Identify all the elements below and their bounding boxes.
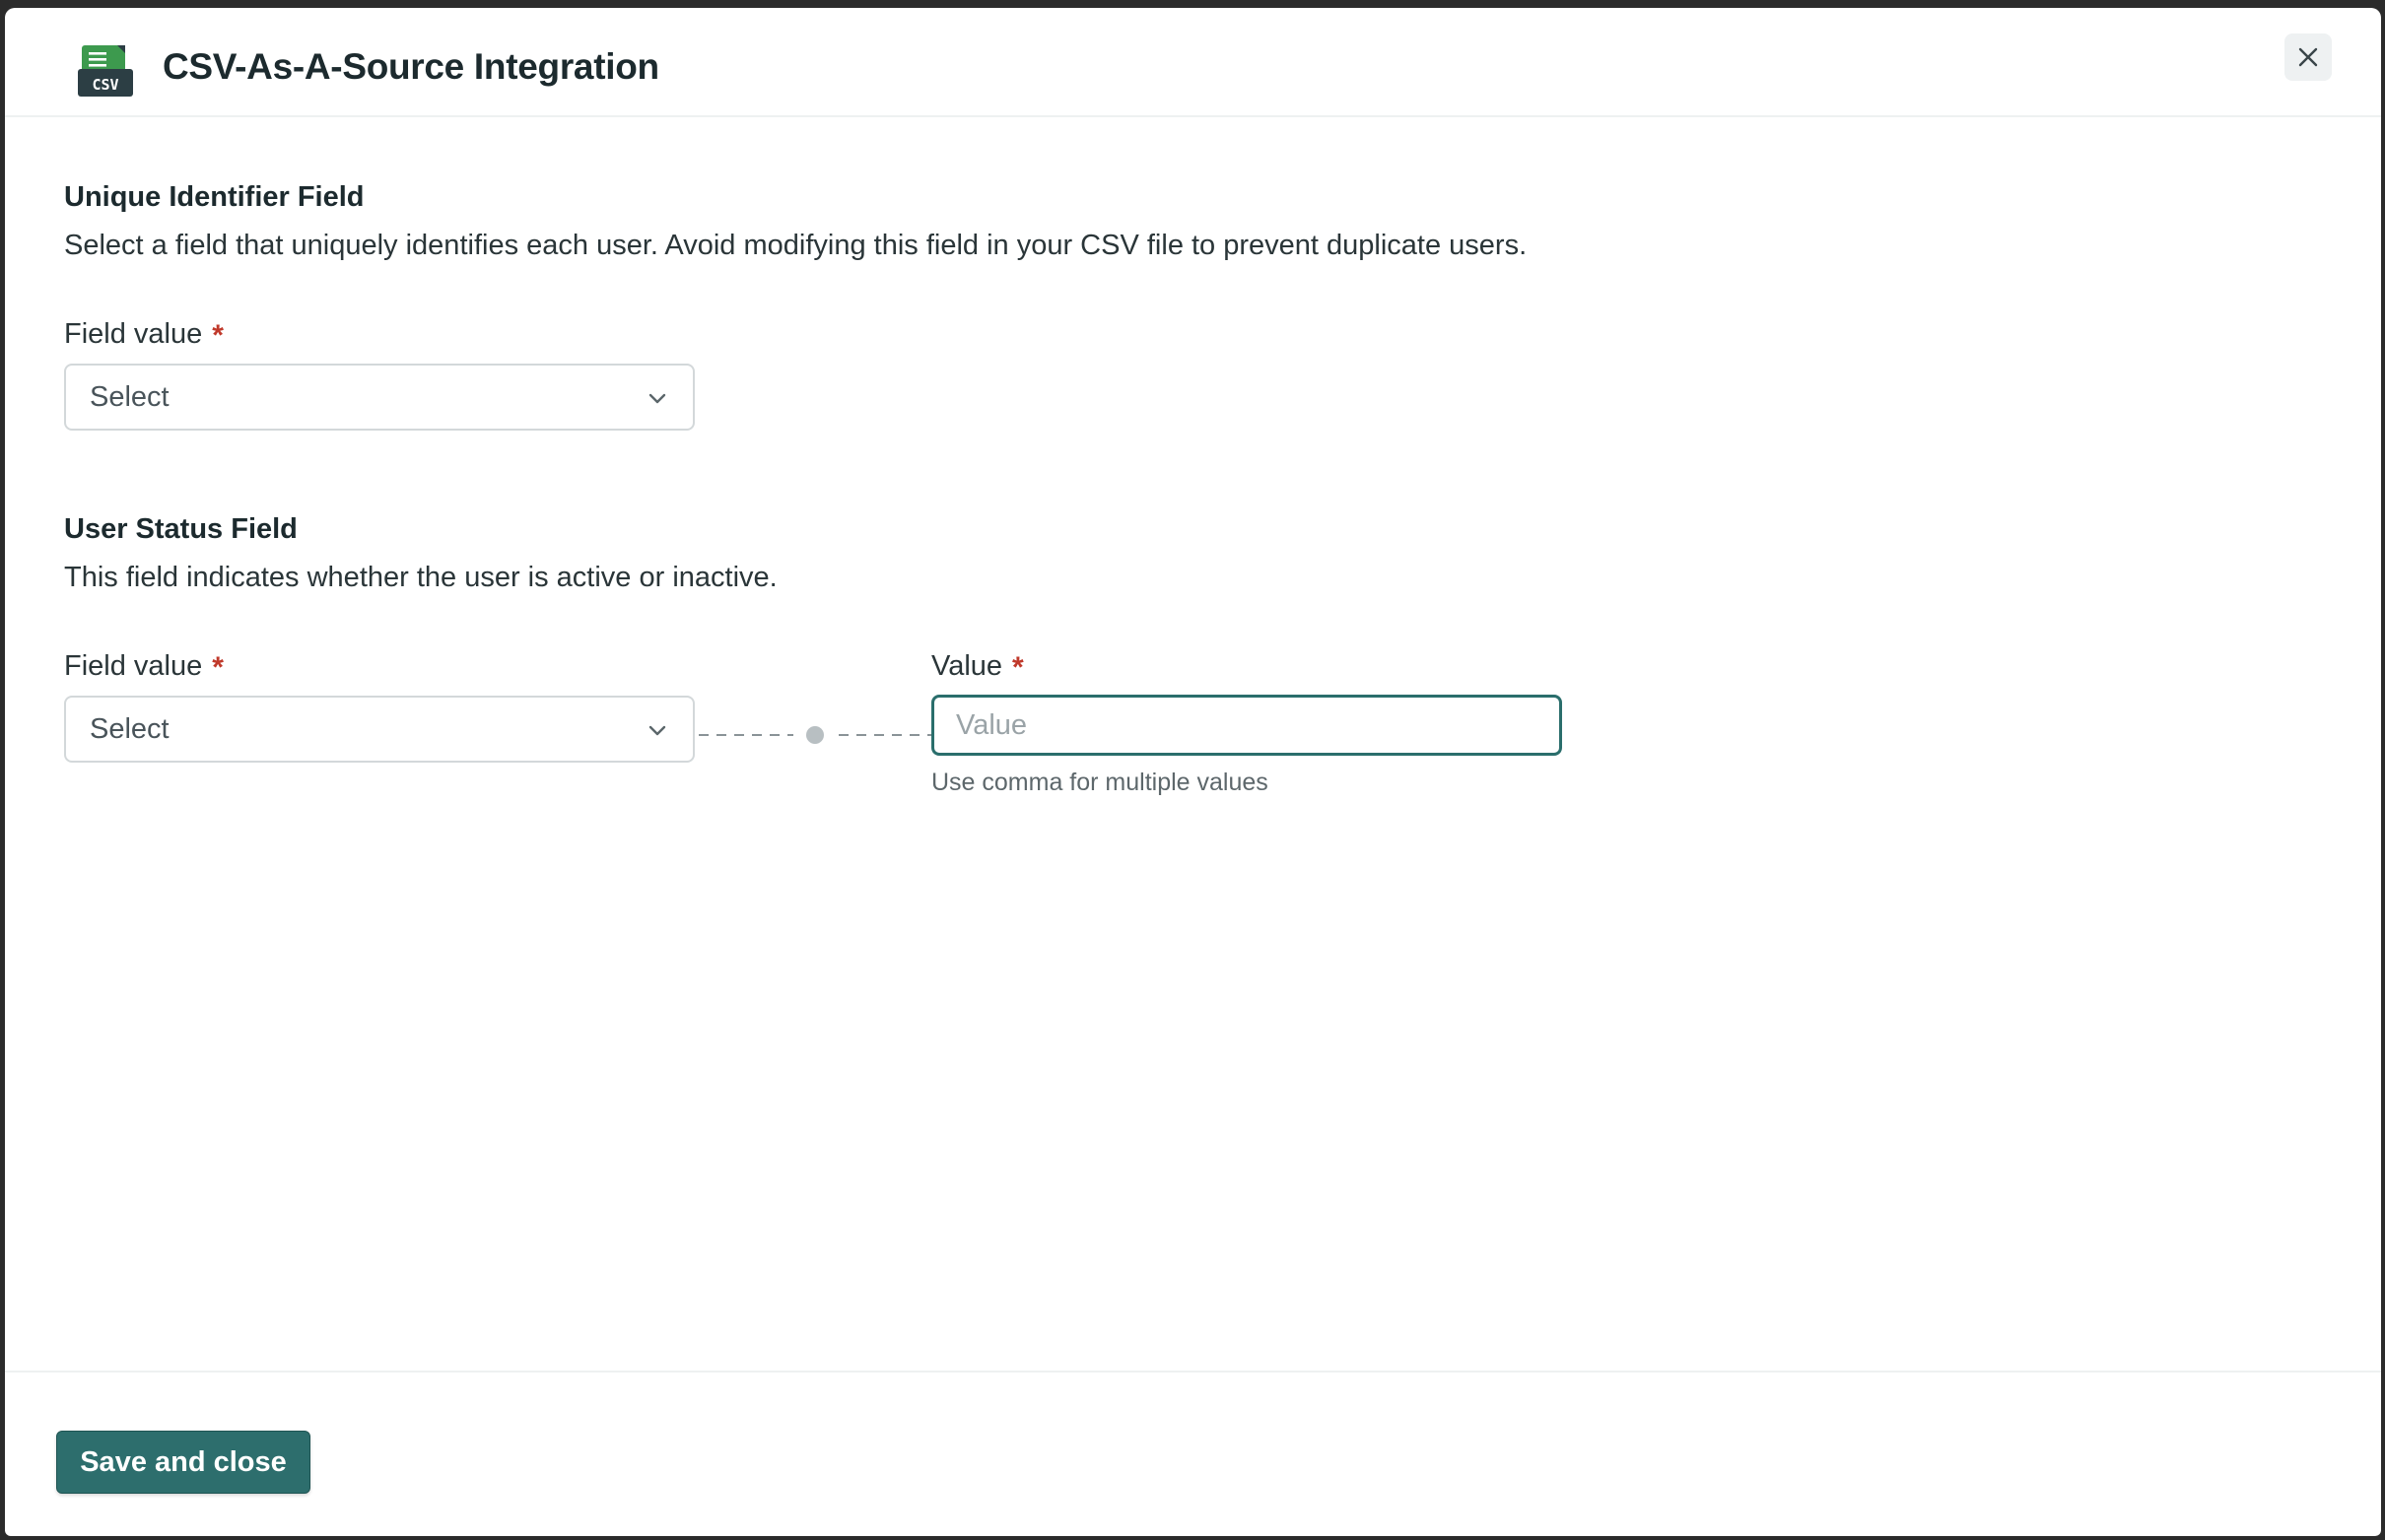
field-label-text: Field value: [64, 650, 203, 682]
unique-identifier-title: Unique Identifier Field: [64, 181, 365, 213]
user-status-title: User Status Field: [64, 513, 298, 545]
save-and-close-button[interactable]: Save and close: [56, 1431, 310, 1494]
modal-title: CSV-As-A-Source Integration: [163, 46, 659, 87]
chevron-down-icon: [648, 725, 666, 736]
modal-footer: [5, 1371, 2381, 1536]
close-icon: [2298, 47, 2318, 67]
value-input[interactable]: [931, 695, 1562, 756]
select-value: Select: [90, 380, 170, 413]
field-connector: [699, 726, 931, 744]
integration-modal: CSV CSV-As-A-Source Integration Unique I…: [5, 8, 2381, 1536]
value-field-label: Value *: [931, 649, 1024, 684]
value-label-text: Value: [931, 650, 1003, 682]
required-asterisk: *: [212, 319, 224, 352]
user-status-description: This field indicates whether the user is…: [64, 562, 778, 593]
unique-identifier-select[interactable]: Select: [64, 364, 695, 431]
user-status-select[interactable]: Select: [64, 696, 695, 763]
select-value: Select: [90, 712, 170, 745]
required-asterisk: *: [212, 651, 224, 684]
modal-header: CSV CSV-As-A-Source Integration: [5, 8, 2381, 117]
value-hint: Use comma for multiple values: [931, 769, 1268, 796]
close-button[interactable]: [2284, 33, 2332, 81]
unique-identifier-description: Select a field that uniquely identifies …: [64, 230, 1528, 261]
unique-identifier-field-label: Field value *: [64, 317, 224, 352]
csv-file-icon: CSV: [78, 45, 133, 97]
csv-icon-label: CSV: [92, 76, 118, 94]
chevron-down-icon: [648, 393, 666, 404]
user-status-field-label: Field value *: [64, 649, 224, 684]
field-label-text: Field value: [64, 318, 203, 350]
required-asterisk: *: [1012, 651, 1024, 684]
